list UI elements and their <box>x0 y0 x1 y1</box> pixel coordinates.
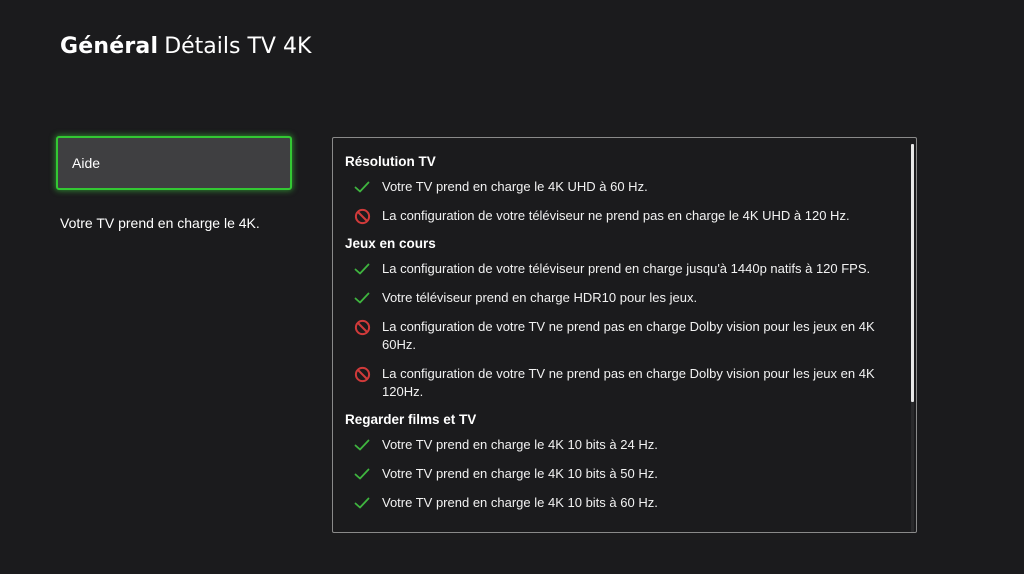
list-item-text: Votre TV prend en charge le 4K 10 bits à… <box>382 437 658 452</box>
check-icon <box>354 465 376 483</box>
list-item: Votre TV prend en charge le 4K UHD à 60 … <box>345 178 902 196</box>
section-title: Résolution TV <box>345 154 436 169</box>
list-item-text: La configuration de votre téléviseur pre… <box>382 261 871 276</box>
list-item-text: Votre TV prend en charge le 4K 10 bits à… <box>382 495 658 510</box>
details-panel[interactable]: Résolution TV Votre TV prend en charge le… <box>332 137 917 533</box>
scrollbar-thumb[interactable] <box>911 144 914 402</box>
list-item-text: La configuration de votre TV ne prend pa… <box>382 319 875 352</box>
list-item: La configuration de votre TV ne prend pa… <box>345 365 902 401</box>
list-item: Votre TV prend en charge le 4K 10 bits à… <box>345 465 902 483</box>
list-item: Votre téléviseur prend en charge HDR10 p… <box>345 289 902 307</box>
prohibited-icon <box>354 365 376 383</box>
section: Résolution TV Votre TV prend en charge le… <box>345 154 902 225</box>
list-item-text: La configuration de votre TV ne prend pa… <box>382 366 875 399</box>
details-list: Résolution TV Votre TV prend en charge le… <box>333 138 902 523</box>
page-title: Général Détails TV 4K <box>60 30 311 63</box>
check-icon <box>354 260 376 278</box>
check-icon <box>354 494 376 512</box>
section-title: Jeux en cours <box>345 236 436 251</box>
help-button-label: Aide <box>72 155 101 171</box>
list-item: La configuration de votre téléviseur pre… <box>345 260 902 278</box>
prohibited-icon <box>354 318 376 336</box>
check-icon <box>354 436 376 454</box>
list-item-text: Votre TV prend en charge le 4K UHD à 60 … <box>382 179 648 194</box>
check-icon <box>354 178 376 196</box>
prohibited-icon <box>354 207 376 225</box>
list-item-text: La configuration de votre téléviseur ne … <box>382 208 850 223</box>
list-item: La configuration de votre téléviseur ne … <box>345 207 902 225</box>
page-subtitle: Détails TV 4K <box>164 34 312 59</box>
section: Regarder films et TV Votre TV prend en ch… <box>345 412 902 512</box>
help-description: Votre TV prend en charge le 4K. <box>60 215 260 231</box>
breadcrumb: Général <box>60 34 159 59</box>
section: Jeux en cours La configuration de votre t… <box>345 236 902 401</box>
list-item: Votre TV prend en charge le 4K 10 bits à… <box>345 436 902 454</box>
list-item: Votre TV prend en charge le 4K 10 bits à… <box>345 494 902 512</box>
help-button[interactable]: Aide <box>56 136 292 190</box>
list-item: La configuration de votre TV ne prend pa… <box>345 318 902 354</box>
list-item-text: Votre téléviseur prend en charge HDR10 p… <box>382 290 698 305</box>
check-icon <box>354 289 376 307</box>
tv-details-page: Général Détails TV 4K Aide Votre TV prend… <box>0 0 1024 574</box>
list-item-text: Votre TV prend en charge le 4K 10 bits à… <box>382 466 658 481</box>
section-title: Regarder films et TV <box>345 412 477 427</box>
scrollbar[interactable] <box>911 144 914 532</box>
